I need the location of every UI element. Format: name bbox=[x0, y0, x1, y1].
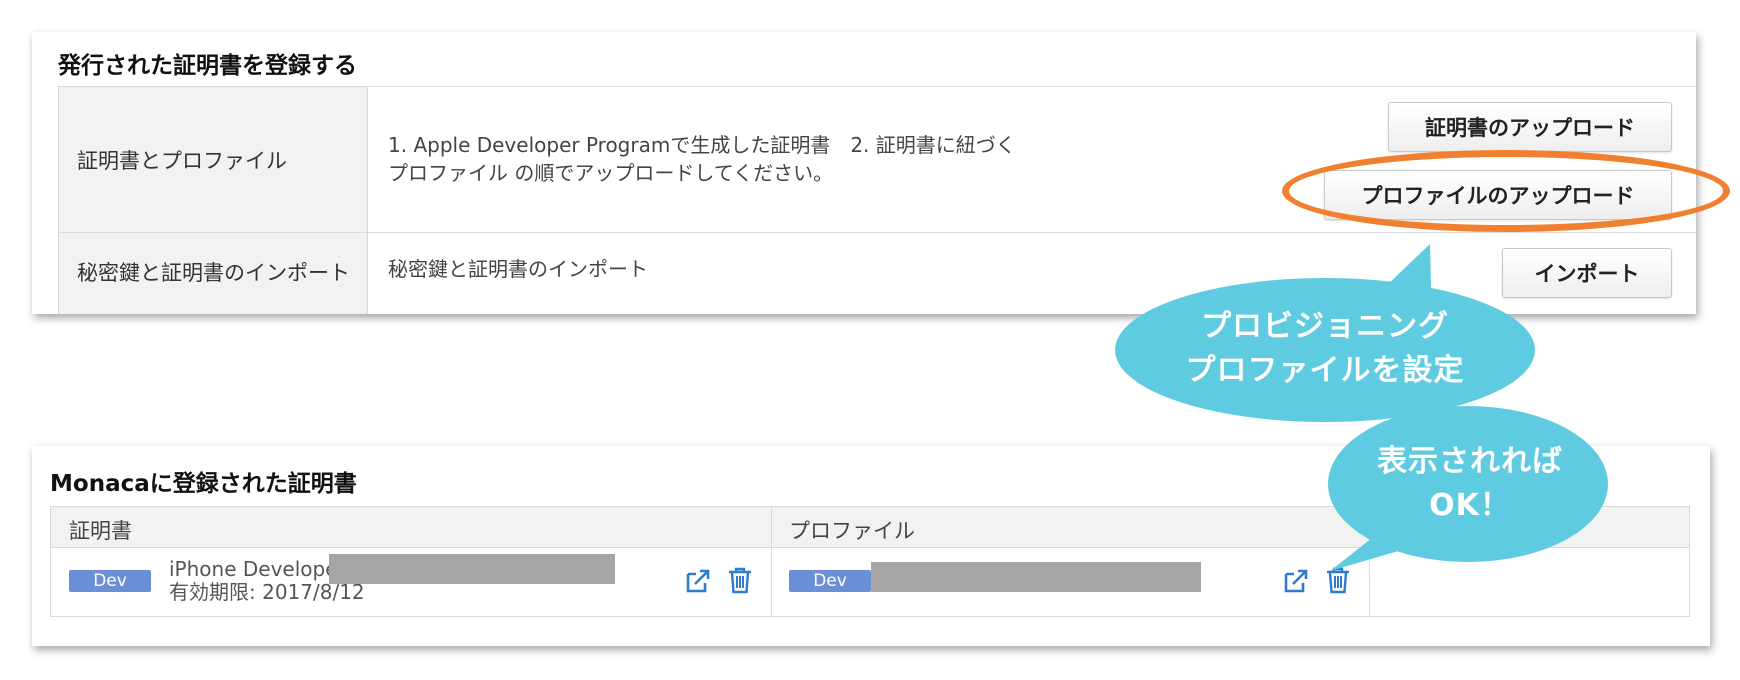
bubble-provisioning-text: プロビジョニング プロファイルを設定 bbox=[1140, 305, 1510, 393]
bubble-line: プロビジョニング bbox=[1201, 309, 1449, 344]
bubble-line: OK！ bbox=[1429, 488, 1511, 523]
bubble-line: プロファイルを設定 bbox=[1185, 353, 1465, 388]
bubble-ok-text: 表示されれば OK！ bbox=[1320, 440, 1620, 528]
bubble-line: 表示されれば bbox=[1377, 444, 1563, 479]
